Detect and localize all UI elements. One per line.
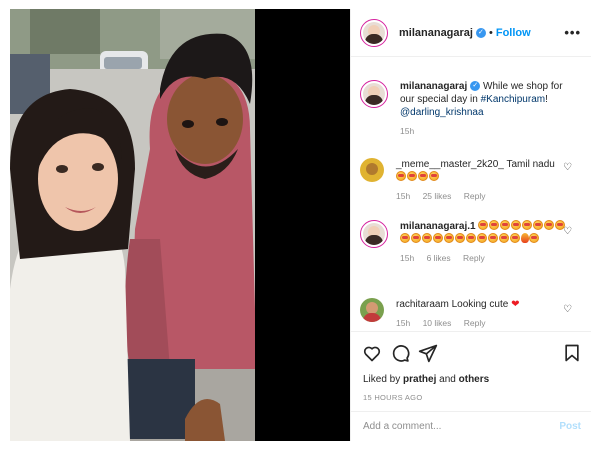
comment-body: _meme__master_2k20_ Tamil nadu 15h 25 li… — [396, 158, 566, 203]
emoji-icon — [396, 171, 406, 181]
comment-time[interactable]: 15h — [396, 191, 410, 201]
add-comment-bar: Post — [351, 411, 591, 441]
comment-username[interactable]: _meme__master_2k20_ — [396, 159, 504, 170]
comment-body: rachitaraam Looking cute ❤ 15h 10 likes … — [396, 298, 566, 330]
comment-username[interactable]: rachitaraam — [396, 299, 449, 310]
emoji-icon — [466, 233, 476, 243]
emoji-icon — [455, 233, 465, 243]
likes-others[interactable]: others — [459, 374, 490, 385]
emoji-icon — [511, 220, 522, 230]
avatar[interactable] — [360, 18, 388, 47]
avatar[interactable] — [360, 220, 388, 248]
post-actions: Liked by prathej and others 15 HOURS AGO — [351, 331, 591, 411]
emoji-icon — [418, 171, 428, 181]
emoji-icon — [500, 220, 511, 230]
share-icon[interactable] — [417, 342, 439, 364]
caption-time[interactable]: 15h — [400, 126, 414, 136]
emoji-icon — [411, 233, 421, 243]
emoji-icon — [444, 233, 454, 243]
emoji-icon — [433, 233, 443, 243]
emoji-icon — [510, 233, 520, 243]
avatar[interactable] — [360, 158, 384, 182]
header-separator: • — [488, 26, 493, 39]
comment-body: milananagaraj.1 15h 6 likes Reply — [400, 220, 570, 265]
comment-text: Tamil nadu — [506, 159, 555, 170]
reply-button[interactable]: Reply — [463, 253, 485, 263]
post-timestamp[interactable]: 15 HOURS AGO — [363, 393, 422, 402]
caption-punct: ! — [545, 94, 548, 105]
comment-icon[interactable] — [389, 342, 411, 364]
comment-username[interactable]: milananagaraj.1 — [400, 221, 476, 232]
comment-item: rachitaraam Looking cute ❤ 15h 10 likes … — [360, 298, 586, 330]
post-header: milananagaraj ✓ • Follow ••• — [351, 9, 591, 57]
post-media — [10, 9, 350, 441]
reply-button[interactable]: Reply — [464, 318, 486, 328]
likes-summary[interactable]: Liked by prathej and others — [363, 374, 489, 385]
comment-input[interactable] — [363, 421, 543, 432]
heart-icon[interactable] — [361, 342, 383, 364]
emoji-icon — [499, 233, 509, 243]
emoji-icon — [429, 171, 439, 181]
likes-and: and — [439, 374, 456, 385]
bookmark-icon[interactable] — [561, 342, 583, 364]
comment-item: _meme__master_2k20_ Tamil nadu 15h 25 li… — [360, 158, 586, 203]
caption-body: milananagaraj ✓ While we shop for our spe… — [400, 80, 570, 138]
comment-likes[interactable]: 25 likes — [423, 191, 452, 201]
comment-time[interactable]: 15h — [400, 253, 414, 263]
emoji-icon — [477, 233, 487, 243]
fire-emoji-icon — [521, 233, 529, 243]
avatar[interactable] — [360, 298, 384, 322]
emoji-icon — [478, 220, 489, 230]
emoji-icon — [422, 233, 432, 243]
likes-user[interactable]: prathej — [403, 374, 436, 385]
emoji-icon — [533, 220, 544, 230]
emoji-icon — [407, 171, 417, 181]
caption-hashtag[interactable]: #Kanchipuram — [481, 94, 545, 105]
avatar[interactable] — [360, 80, 388, 108]
comment-text: Looking cute — [451, 299, 509, 310]
more-options-icon[interactable]: ••• — [564, 25, 581, 40]
comment-like-heart-icon[interactable]: ♡ — [563, 304, 572, 315]
verified-badge-icon: ✓ — [470, 81, 481, 92]
instagram-post: milananagaraj ✓ • Follow ••• milananagar… — [10, 9, 591, 441]
post-side-panel: milananagaraj ✓ • Follow ••• milananagar… — [350, 9, 591, 441]
emoji-icon — [544, 220, 555, 230]
comment-likes[interactable]: 6 likes — [427, 253, 451, 263]
caption-username[interactable]: milananagaraj — [400, 81, 467, 92]
emoji-icon — [488, 233, 498, 243]
follow-button[interactable]: Follow — [496, 27, 531, 39]
caption: milananagaraj ✓ While we shop for our spe… — [360, 80, 586, 138]
caption-mention[interactable]: @darling_krishnaa — [400, 107, 484, 118]
emoji-icon — [400, 233, 410, 243]
comments-list[interactable]: milananagaraj ✓ While we shop for our spe… — [351, 58, 591, 330]
red-heart-icon: ❤ — [511, 299, 520, 310]
emoji-icon — [529, 233, 539, 243]
likes-prefix: Liked by — [363, 374, 401, 385]
post-comment-button[interactable]: Post — [559, 421, 581, 432]
comment-like-heart-icon[interactable]: ♡ — [563, 162, 572, 173]
emoji-icon — [489, 220, 500, 230]
comment-item: milananagaraj.1 15h 6 likes Reply ♡ — [360, 220, 586, 265]
comment-likes[interactable]: 10 likes — [423, 318, 452, 328]
reply-button[interactable]: Reply — [464, 191, 486, 201]
comment-like-heart-icon[interactable]: ♡ — [563, 226, 572, 237]
header-username[interactable]: milananagaraj — [399, 27, 473, 39]
post-photo[interactable] — [10, 9, 255, 441]
comment-time[interactable]: 15h — [396, 318, 410, 328]
emoji-icon — [522, 220, 533, 230]
verified-badge-icon: ✓ — [475, 27, 486, 38]
